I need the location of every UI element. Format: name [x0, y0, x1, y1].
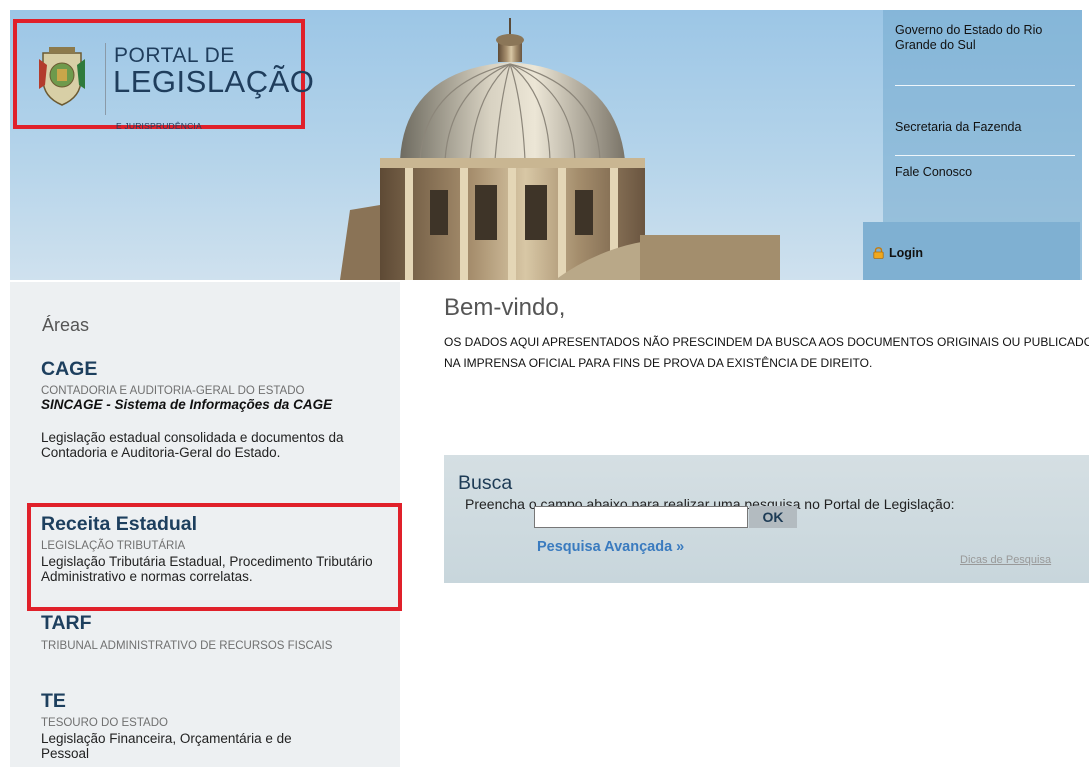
- header-banner: PORTAL DE LEGISLAÇÃO E JURISPRUDÊNCIA Go…: [10, 10, 1082, 280]
- login-button[interactable]: Login: [863, 222, 1080, 280]
- lock-icon: [873, 247, 884, 259]
- search-tips-link[interactable]: Dicas de Pesquisa: [960, 554, 1051, 566]
- area-title-receita-estadual[interactable]: Receita Estadual: [41, 513, 197, 536]
- area-desc-receita: Legislação Tributária Estadual, Procedim…: [41, 554, 373, 584]
- area-title-te[interactable]: TE: [41, 690, 66, 713]
- area-subtitle-te: TESOURO DO ESTADO: [41, 717, 168, 729]
- area-desc-cage: Legislação estadual consolidada e docume…: [41, 430, 344, 460]
- nav-link-governo[interactable]: Governo do Estado do Rio Grande do Sul: [895, 23, 1075, 53]
- advanced-search-link[interactable]: Pesquisa Avançada »: [537, 539, 684, 555]
- sincage-link[interactable]: SINCAGE - Sistema de Informações da CAGE: [41, 397, 371, 413]
- nav-link-fale-conosco[interactable]: Fale Conosco: [895, 165, 1075, 180]
- welcome-disclaimer: OS DADOS AQUI APRESENTADOS NÃO PRESCINDE…: [444, 335, 1089, 370]
- areas-heading: Áreas: [42, 315, 90, 335]
- nav-link-secretaria[interactable]: Secretaria da Fazenda: [895, 120, 1075, 135]
- areas-sidebar: Áreas CAGE CONTADORIA E AUDITORIA-GERAL …: [10, 282, 402, 767]
- login-label: Login: [889, 246, 924, 260]
- area-subtitle-receita: LEGISLAÇÃO TRIBUTÁRIA: [41, 540, 186, 552]
- logo-text-legislacao: LEGISLAÇÃO: [113, 64, 315, 99]
- coat-of-arms-icon: [39, 47, 85, 106]
- nav-separator: [895, 85, 1075, 86]
- logo-divider: [105, 43, 106, 115]
- area-subtitle-cage: CONTADORIA E AUDITORIA-GERAL DO ESTADO: [41, 385, 305, 397]
- area-subtitle-tarf: TRIBUNAL ADMINISTRATIVO DE RECURSOS FISC…: [41, 640, 333, 652]
- nav-separator: [895, 155, 1075, 156]
- search-title: Busca: [458, 472, 513, 494]
- welcome-title: Bem-vindo,: [444, 294, 566, 321]
- area-title-cage[interactable]: CAGE: [41, 358, 97, 381]
- search-panel: Busca Preencha o campo abaixo para reali…: [444, 455, 1089, 583]
- search-input[interactable]: [534, 506, 748, 528]
- area-title-tarf[interactable]: TARF: [41, 612, 92, 635]
- dome-photo: [340, 18, 780, 280]
- search-ok-button[interactable]: OK: [749, 506, 797, 528]
- logo-highlight-box[interactable]: PORTAL DE LEGISLAÇÃO E JURISPRUDÊNCIA: [13, 19, 314, 131]
- logo-text-jurisprudencia: E JURISPRUDÊNCIA: [116, 121, 202, 131]
- area-desc-te: Legislação Financeira, Orçamentária e de…: [41, 731, 292, 761]
